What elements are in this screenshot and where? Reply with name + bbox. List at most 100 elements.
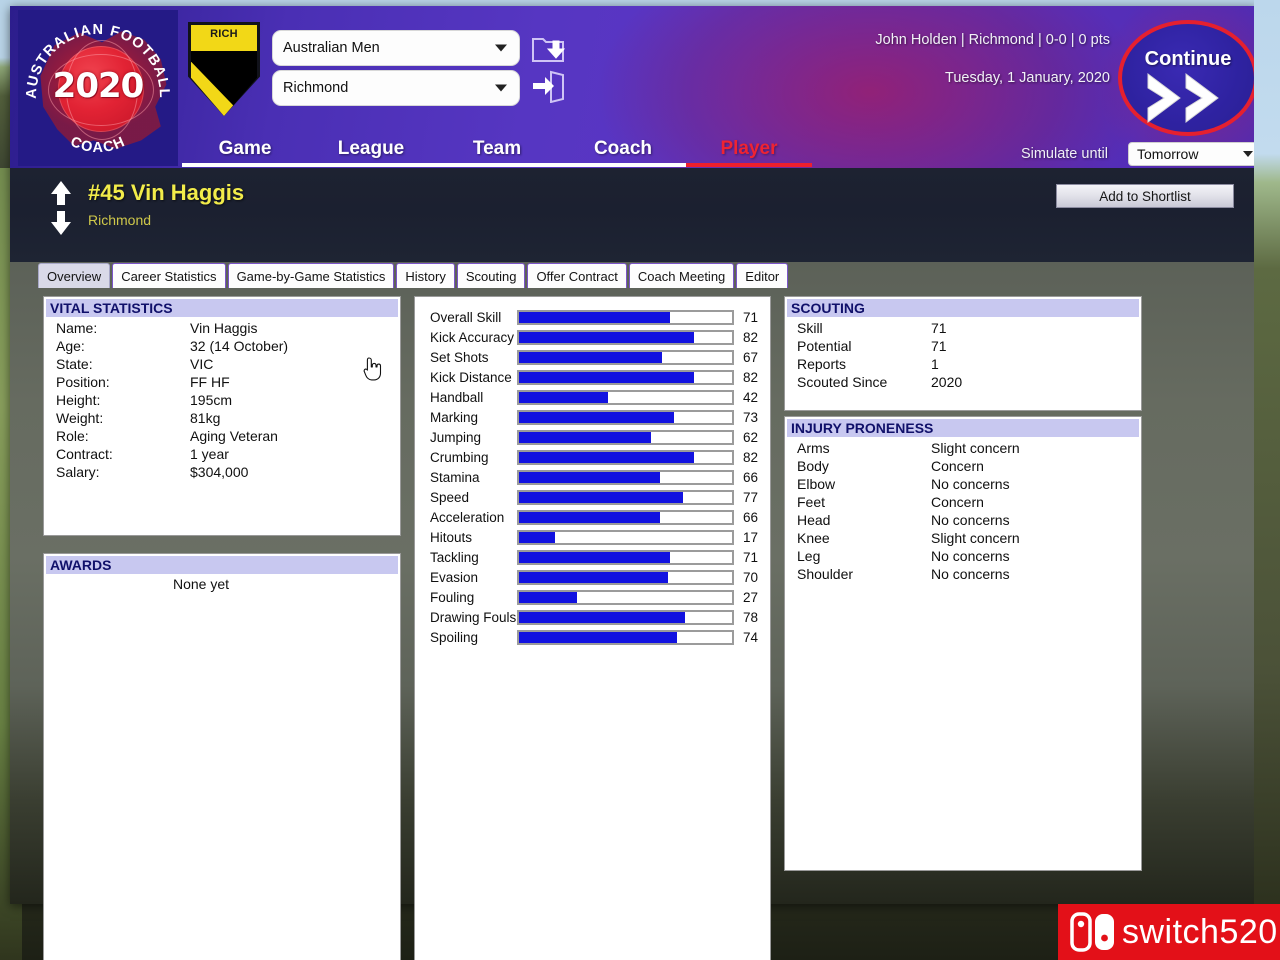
nav-underline-game	[182, 163, 308, 167]
vital-statistics-rows: Name: Vin Haggis Age: 32 (14 October) St…	[44, 317, 400, 481]
skill-value: 71	[742, 549, 758, 565]
vital-statistics-panel: VITAL STATISTICS Name: Vin Haggis Age: 3…	[43, 296, 401, 536]
app-logo: 2020 AUSTRALIAN FOOTBALL COACH	[18, 10, 178, 166]
svg-text:AUSTRALIAN FOOTBALL: AUSTRALIAN FOOTBALL	[24, 22, 172, 99]
skill-row: Marking 73	[415, 407, 770, 427]
scouting-key-skill: Skill	[797, 320, 823, 336]
chevron-down-icon	[1243, 151, 1253, 157]
folder-download-icon[interactable]	[531, 31, 565, 65]
nav-item-player[interactable]: Player	[686, 138, 812, 163]
exit-door-icon[interactable]	[531, 69, 565, 103]
add-to-shortlist-button[interactable]: Add to Shortlist	[1056, 184, 1234, 208]
scouting-row-scouted-since: Scouted Since 2020	[797, 373, 1141, 391]
vital-key-position: Position:	[56, 374, 110, 390]
vital-key-contract: Contract:	[56, 446, 113, 462]
logo-ring-text-top: AUSTRALIAN FOOTBALL	[24, 22, 171, 99]
skill-bar-track	[517, 609, 734, 625]
scouting-value-scouted-since: 2020	[931, 374, 963, 390]
tab-bar: Overview Career Statistics Game-by-Game …	[10, 262, 1258, 288]
nav-item-team[interactable]: Team	[434, 138, 560, 163]
vital-key-age: Age:	[56, 338, 85, 354]
vital-row-weight: Weight: 81kg	[56, 409, 400, 427]
vital-row-age: Age: 32 (14 October)	[56, 337, 400, 355]
nav-underline-league	[308, 163, 434, 167]
nav-item-coach[interactable]: Coach	[560, 138, 686, 163]
vital-key-height: Height:	[56, 392, 101, 408]
vital-value-role: Aging Veteran	[190, 428, 278, 444]
nav-item-league[interactable]: League	[308, 138, 434, 163]
tab-overview[interactable]: Overview	[38, 263, 111, 288]
tab-history[interactable]: History	[396, 263, 455, 288]
injury-proneness-panel: INJURY PRONENESS Arms Slight concern Bod…	[784, 416, 1142, 871]
skill-row: Stamina 66	[415, 467, 770, 487]
vital-value-weight: 81kg	[190, 410, 221, 426]
game-date: Tuesday, 1 January, 2020	[945, 70, 1110, 86]
player-club: Richmond	[88, 212, 152, 228]
skill-bar-fill	[519, 331, 694, 343]
skill-bar-fill	[519, 551, 671, 563]
injury-row-knee: Knee Slight concern	[797, 529, 1141, 547]
skill-label: Handball	[430, 389, 484, 405]
simulate-until-select[interactable]: Tomorrow	[1128, 142, 1258, 166]
skill-bar-track	[517, 469, 734, 485]
skill-label: Evasion	[430, 569, 479, 585]
scouting-row-reports: Reports 1	[797, 355, 1141, 373]
watermark-text: switch520	[1122, 912, 1278, 951]
simulate-until-value: Tomorrow	[1137, 146, 1199, 162]
skill-value: 82	[742, 329, 758, 345]
scouting-title: SCOUTING	[787, 299, 1139, 317]
injury-value-feet: Concern	[931, 494, 984, 510]
nav-item-game[interactable]: Game	[182, 138, 308, 163]
skill-bar-track	[517, 349, 734, 365]
tab-editor[interactable]: Editor	[736, 263, 789, 288]
injury-value-arms: Slight concern	[931, 440, 1020, 456]
awards-body: None yet	[44, 574, 400, 594]
tab-game-by-game-statistics[interactable]: Game-by-Game Statistics	[227, 263, 395, 288]
injury-row-elbow: Elbow No concerns	[797, 475, 1141, 493]
game-window: 2020 AUSTRALIAN FOOTBALL COACH RICH Aust…	[10, 6, 1258, 960]
skill-value: 67	[742, 349, 758, 365]
tab-career-statistics[interactable]: Career Statistics	[112, 263, 226, 288]
continue-button[interactable]: Continue	[1118, 20, 1258, 136]
vital-row-height: Height: 195cm	[56, 391, 400, 409]
skill-row: Kick Distance 82	[415, 367, 770, 387]
injury-key-arms: Arms	[797, 440, 830, 456]
tab-offer-contract[interactable]: Offer Contract	[527, 263, 627, 288]
skill-bar-fill	[519, 411, 675, 423]
skill-bar-fill	[519, 511, 660, 523]
skill-bar-track	[517, 569, 734, 585]
skill-label: Drawing Fouls	[430, 609, 517, 625]
skill-label: Spoiling	[430, 629, 479, 645]
tab-coach-meeting[interactable]: Coach Meeting	[628, 263, 735, 288]
skill-label: Kick Distance	[430, 369, 512, 385]
nav-underline-team	[434, 163, 560, 167]
arrow-up-icon	[51, 181, 71, 205]
vital-key-state: State:	[56, 356, 93, 372]
skill-bar-fill	[519, 391, 609, 403]
skill-bar-track	[517, 489, 734, 505]
skill-value: 27	[742, 589, 758, 605]
player-nav-arrows[interactable]	[48, 180, 74, 236]
team-select[interactable]: Richmond	[272, 70, 520, 106]
vital-row-contract: Contract: 1 year	[56, 445, 400, 463]
vital-value-state: VIC	[190, 356, 214, 372]
injury-value-knee: Slight concern	[931, 530, 1020, 546]
skill-value: 74	[742, 629, 758, 645]
vital-row-state: State: VIC	[56, 355, 400, 373]
team-select-value: Richmond	[283, 80, 349, 96]
tab-scouting[interactable]: Scouting	[456, 263, 526, 288]
skill-row: Hitouts 17	[415, 527, 770, 547]
nav-underline	[182, 163, 812, 167]
vital-row-name: Name: Vin Haggis	[56, 319, 400, 337]
awards-empty-text: None yet	[172, 576, 230, 592]
skill-label: Marking	[430, 409, 479, 425]
vital-key-salary: Salary:	[56, 464, 100, 480]
awards-panel: AWARDS None yet	[43, 553, 401, 960]
skill-value: 73	[742, 409, 758, 425]
scouting-value-reports: 1	[931, 356, 939, 372]
league-select-value: Australian Men	[283, 40, 380, 56]
vital-row-position: Position: FF HF	[56, 373, 400, 391]
league-select[interactable]: Australian Men	[272, 30, 520, 66]
injury-row-body: Body Concern	[797, 457, 1141, 475]
chevron-down-icon	[495, 84, 507, 92]
